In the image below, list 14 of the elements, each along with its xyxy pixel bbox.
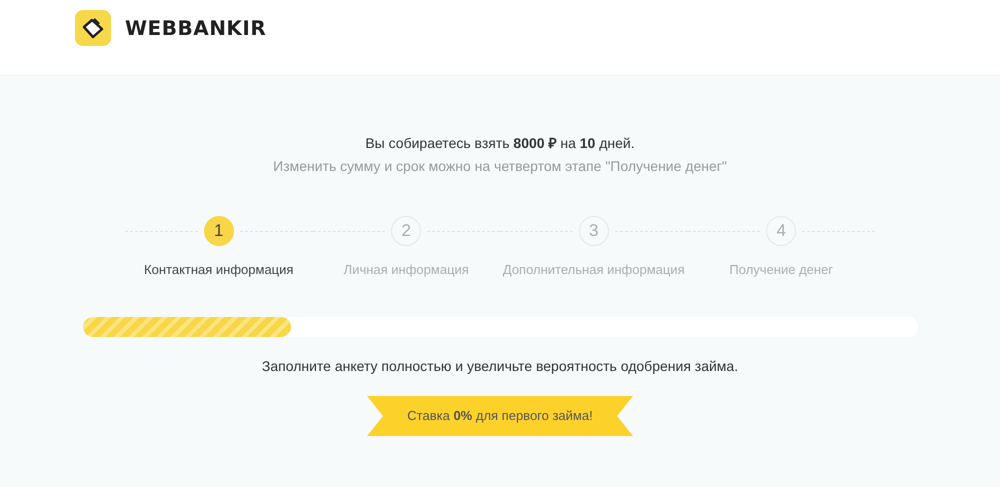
step-label[interactable]: Получение денег (729, 262, 834, 277)
step-label[interactable]: Личная информация (344, 262, 469, 277)
step-number[interactable]: 4 (766, 216, 796, 246)
logo-icon (75, 10, 111, 46)
step-number[interactable]: 2 (391, 216, 422, 246)
promo-ribbon: Ставка 0% для первого займа! (367, 396, 633, 436)
brand-name: WEBBANKIR (125, 16, 266, 40)
step-label[interactable]: Дополнительная информация (502, 262, 685, 277)
step-label[interactable]: Контактная информация (144, 262, 294, 277)
step-number[interactable]: 1 (204, 216, 234, 246)
form-hint: Заполните анкету полностью и увеличьте вероятность одобрения займа. (262, 358, 738, 374)
step-number[interactable]: 3 (578, 216, 609, 246)
loan-hint: Изменить сумму и срок можно на четвертом этапе "Получение денег" (273, 158, 727, 174)
loan-summary: Вы собираетесь взять 8000 ₽ на 10 дней. (365, 134, 635, 152)
